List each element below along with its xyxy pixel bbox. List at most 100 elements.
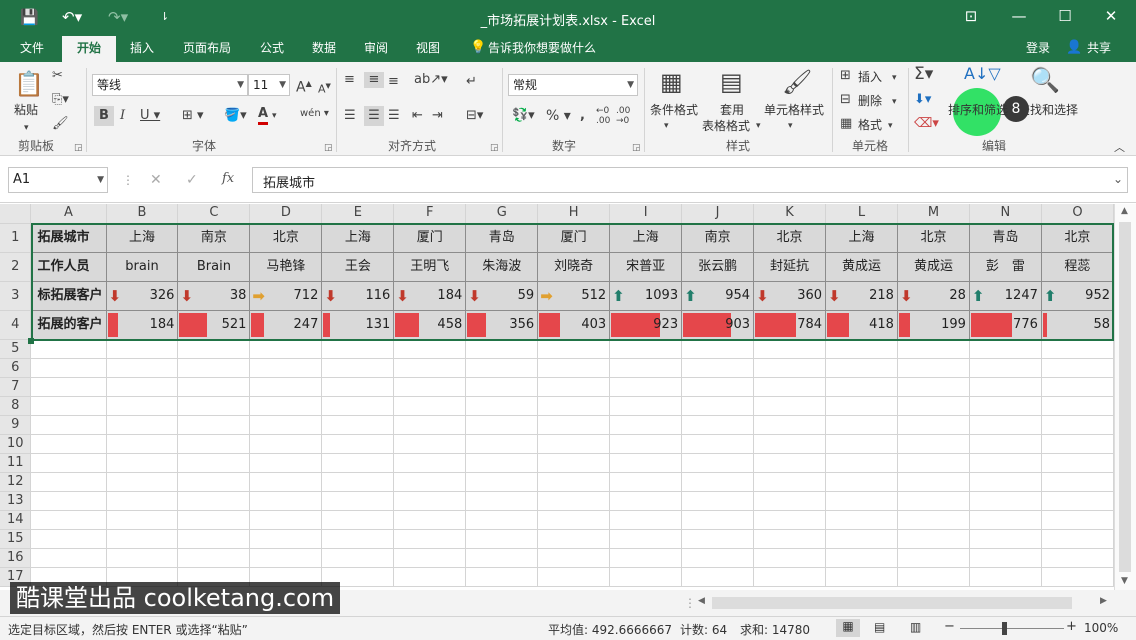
tab-formulas[interactable]: 公式: [250, 36, 294, 62]
cell[interactable]: 356: [465, 310, 539, 340]
cell[interactable]: [249, 453, 323, 473]
cell[interactable]: 521: [177, 310, 251, 340]
cell[interactable]: ⬇ 360: [753, 281, 827, 311]
cell[interactable]: [393, 415, 467, 435]
cell[interactable]: 厦门: [393, 223, 467, 253]
conditional-format-button[interactable]: 条件格式: [650, 102, 698, 118]
cell[interactable]: [30, 358, 107, 378]
cell[interactable]: [393, 396, 467, 416]
cell[interactable]: [30, 434, 107, 454]
row-header[interactable]: 16: [0, 548, 32, 568]
cell[interactable]: 朱海波: [465, 252, 539, 282]
cell[interactable]: [106, 529, 179, 549]
row-header[interactable]: 12: [0, 472, 32, 492]
cell[interactable]: [537, 377, 611, 397]
cell[interactable]: [1041, 415, 1114, 435]
vertical-scrollbar[interactable]: ▲ ▼: [1114, 204, 1136, 590]
maximize-icon[interactable]: ☐: [1050, 6, 1080, 26]
cell[interactable]: [825, 567, 898, 587]
cell[interactable]: [969, 510, 1042, 530]
format-cells-icon[interactable]: ▦: [840, 116, 852, 132]
enter-icon[interactable]: ✓: [186, 172, 198, 188]
table-format-button[interactable]: 表格格式: [702, 118, 750, 134]
cell[interactable]: [465, 567, 539, 587]
cell[interactable]: [969, 377, 1042, 397]
cell[interactable]: [681, 510, 755, 530]
cell[interactable]: [753, 358, 827, 378]
cell[interactable]: [897, 396, 970, 416]
cell[interactable]: [1041, 567, 1114, 587]
cell[interactable]: [681, 434, 755, 454]
cell[interactable]: [753, 377, 827, 397]
cell[interactable]: [30, 491, 107, 511]
cell[interactable]: [969, 415, 1042, 435]
cell[interactable]: Brain: [177, 252, 251, 282]
font-size-combo[interactable]: 11 ▼: [248, 74, 290, 96]
cut-icon[interactable]: ✂: [52, 68, 63, 84]
cell[interactable]: [106, 472, 179, 492]
row-header[interactable]: 11: [0, 453, 32, 473]
chevron-down-icon[interactable]: ▾: [892, 70, 897, 86]
cell[interactable]: [897, 510, 970, 530]
cell[interactable]: [825, 377, 898, 397]
cell[interactable]: [753, 415, 827, 435]
cell[interactable]: [897, 472, 970, 492]
align-middle-icon[interactable]: ≡: [364, 72, 384, 88]
cell[interactable]: [609, 396, 683, 416]
cell[interactable]: [465, 472, 539, 492]
cell[interactable]: [753, 510, 827, 530]
row-header[interactable]: 9: [0, 415, 32, 435]
number-format-combo[interactable]: 常规 ▼: [508, 74, 638, 96]
chevron-down-icon[interactable]: ▾: [24, 120, 29, 136]
zoom-slider[interactable]: [960, 628, 1064, 629]
cell[interactable]: [321, 377, 395, 397]
cell[interactable]: 458: [393, 310, 467, 340]
chevron-down-icon[interactable]: ▾: [788, 118, 793, 134]
scroll-up-icon[interactable]: ▲: [1121, 206, 1128, 216]
cell[interactable]: 刘晓奇: [537, 252, 611, 282]
cell[interactable]: [1041, 529, 1114, 549]
cell[interactable]: 青岛: [465, 223, 539, 253]
borders-icon[interactable]: ⊞ ▾: [182, 108, 204, 124]
login-link[interactable]: 登录: [1020, 36, 1056, 62]
cell[interactable]: [897, 415, 970, 435]
function-icon[interactable]: fx: [222, 171, 234, 186]
cell[interactable]: [106, 548, 179, 568]
cell[interactable]: 199: [897, 310, 970, 340]
cell[interactable]: [393, 377, 467, 397]
cell[interactable]: [106, 453, 179, 473]
cell[interactable]: [465, 377, 539, 397]
cell[interactable]: [249, 529, 323, 549]
zoom-out-icon[interactable]: −: [944, 619, 955, 634]
align-left-icon[interactable]: ☰: [344, 108, 356, 124]
sort-filter-button[interactable]: 排序和筛选: [948, 102, 1008, 118]
cell[interactable]: [106, 339, 179, 359]
zoom-slider-thumb[interactable]: [1002, 622, 1007, 635]
cell[interactable]: [177, 396, 251, 416]
cell[interactable]: [537, 472, 611, 492]
cell[interactable]: [753, 453, 827, 473]
cell[interactable]: [969, 396, 1042, 416]
cell[interactable]: [537, 510, 611, 530]
cell[interactable]: 上海: [825, 223, 898, 253]
phonetic-icon[interactable]: wén ▾: [300, 106, 329, 122]
cell[interactable]: 北京: [249, 223, 323, 253]
cell[interactable]: [825, 491, 898, 511]
cell[interactable]: [969, 472, 1042, 492]
cell[interactable]: [609, 491, 683, 511]
cell[interactable]: 彭 雷: [969, 252, 1042, 282]
column-header[interactable]: J: [681, 204, 755, 224]
cell[interactable]: 418: [825, 310, 898, 340]
cell[interactable]: [465, 434, 539, 454]
zoom-level[interactable]: 100%: [1084, 621, 1118, 635]
cell[interactable]: [969, 491, 1042, 511]
page-layout-view-icon[interactable]: ▤: [874, 620, 885, 634]
cell[interactable]: [825, 396, 898, 416]
cell[interactable]: ⬆ 1093: [609, 281, 683, 311]
dialog-launcher-icon[interactable]: ◲: [490, 143, 499, 153]
column-header[interactable]: C: [177, 204, 251, 224]
cell[interactable]: [1041, 472, 1114, 492]
column-header[interactable]: B: [106, 204, 179, 224]
row-header[interactable]: 15: [0, 529, 32, 549]
ribbon-display-icon[interactable]: ⊡: [956, 6, 986, 26]
